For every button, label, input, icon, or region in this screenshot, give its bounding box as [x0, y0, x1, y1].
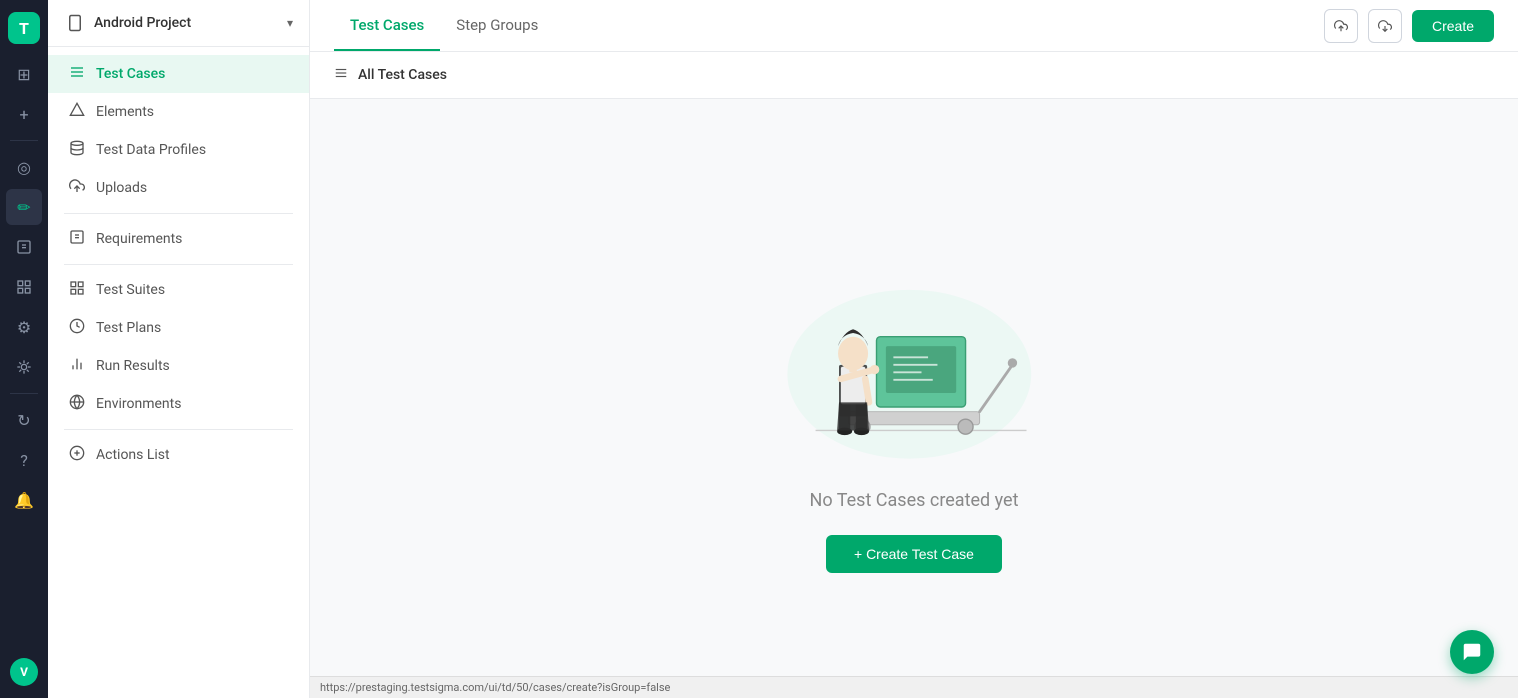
sync-icon[interactable]: ↻	[6, 402, 42, 438]
tab-step-groups[interactable]: Step Groups	[440, 0, 554, 51]
sidebar-item-test-data-profiles[interactable]: Test Data Profiles	[48, 131, 309, 169]
elements-icon	[68, 102, 86, 122]
bell-icon[interactable]: 🔔	[6, 482, 42, 518]
settings-icon[interactable]: ⚙	[6, 309, 42, 345]
create-test-case-button[interactable]: + Create Test Case	[826, 535, 1002, 573]
environments-icon	[68, 394, 86, 414]
sidebar-item-actions-list[interactable]: Actions List	[48, 436, 309, 474]
icon-navigation: T ⊞ + ◎ ✏ ⚙ ↻ ? 🔔 V	[0, 0, 48, 698]
sidebar-item-label: Actions List	[96, 447, 170, 463]
upload-button[interactable]	[1324, 9, 1358, 43]
sidebar-item-label: Test Suites	[96, 282, 165, 298]
sidebar-item-label: Environments	[96, 396, 181, 412]
app-logo[interactable]: T	[8, 12, 40, 44]
uploads-icon	[68, 178, 86, 198]
nav-divider-1	[10, 140, 38, 141]
bug-icon[interactable]	[6, 349, 42, 385]
sidebar-item-label: Elements	[96, 104, 154, 120]
sidebar-header: Android Project ▾	[48, 0, 309, 47]
tab-test-cases[interactable]: Test Cases	[334, 0, 440, 51]
chat-bubble[interactable]	[1450, 630, 1494, 674]
sidebar-item-requirements[interactable]: Requirements	[48, 220, 309, 258]
content-header: All Test Cases	[310, 52, 1518, 99]
run-results-icon	[68, 356, 86, 376]
project-name: Android Project	[94, 15, 191, 31]
sidebar-item-label: Run Results	[96, 358, 170, 374]
download-button[interactable]	[1368, 9, 1402, 43]
sidebar-item-label: Test Cases	[96, 66, 165, 82]
all-test-cases-label: All Test Cases	[358, 67, 447, 83]
menu-icon	[334, 66, 348, 84]
dashboard-icon[interactable]: ◎	[6, 149, 42, 185]
requirements-icon	[68, 229, 86, 249]
topbar-tabs: Test Cases Step Groups	[334, 0, 554, 51]
sidebar-divider-1	[64, 213, 293, 214]
mobile-icon	[64, 12, 86, 34]
sidebar-item-test-plans[interactable]: Test Plans	[48, 309, 309, 347]
sidebar-divider-3	[64, 429, 293, 430]
empty-illustration	[764, 202, 1064, 462]
sidebar-item-uploads[interactable]: Uploads	[48, 169, 309, 207]
test-cases-icon	[68, 64, 86, 84]
nav-divider-2	[10, 393, 38, 394]
topbar-actions: Create	[1324, 9, 1494, 43]
test-plans-icon	[68, 318, 86, 338]
sidebar-item-run-results[interactable]: Run Results	[48, 347, 309, 385]
user-avatar[interactable]: V	[10, 658, 38, 686]
project-selector[interactable]: Android Project	[64, 12, 191, 34]
create-button[interactable]: Create	[1412, 10, 1494, 42]
statusbar: https://prestaging.testsigma.com/ui/td/5…	[310, 676, 1518, 698]
pen-icon[interactable]: ✏	[6, 189, 42, 225]
content-area: All Test Cases	[310, 52, 1518, 676]
empty-state: No Test Cases created yet + Create Test …	[310, 99, 1518, 676]
chart-icon[interactable]	[6, 269, 42, 305]
sidebar-item-label: Requirements	[96, 231, 182, 247]
sidebar: Android Project ▾ Test Cases Elements Te…	[48, 0, 310, 698]
empty-message: No Test Cases created yet	[810, 490, 1019, 511]
sidebar-item-test-cases[interactable]: Test Cases	[48, 55, 309, 93]
sidebar-item-environments[interactable]: Environments	[48, 385, 309, 423]
sidebar-divider-2	[64, 264, 293, 265]
sidebar-item-elements[interactable]: Elements	[48, 93, 309, 131]
home-icon[interactable]: ⊞	[6, 56, 42, 92]
clipboard-icon[interactable]	[6, 229, 42, 265]
topbar: Test Cases Step Groups Create	[310, 0, 1518, 52]
sidebar-item-label: Test Plans	[96, 320, 161, 336]
main-content: Test Cases Step Groups Create All Test C…	[310, 0, 1518, 698]
test-suites-icon	[68, 280, 86, 300]
status-url: https://prestaging.testsigma.com/ui/td/5…	[320, 681, 670, 694]
help-icon[interactable]: ?	[6, 442, 42, 478]
chevron-down-icon[interactable]: ▾	[287, 16, 293, 30]
data-profiles-icon	[68, 140, 86, 160]
sidebar-item-label: Test Data Profiles	[96, 142, 206, 158]
add-nav-icon[interactable]: +	[6, 96, 42, 132]
sidebar-nav: Test Cases Elements Test Data Profiles U…	[48, 47, 309, 698]
sidebar-item-test-suites[interactable]: Test Suites	[48, 271, 309, 309]
actions-list-icon	[68, 445, 86, 465]
sidebar-item-label: Uploads	[96, 180, 147, 196]
